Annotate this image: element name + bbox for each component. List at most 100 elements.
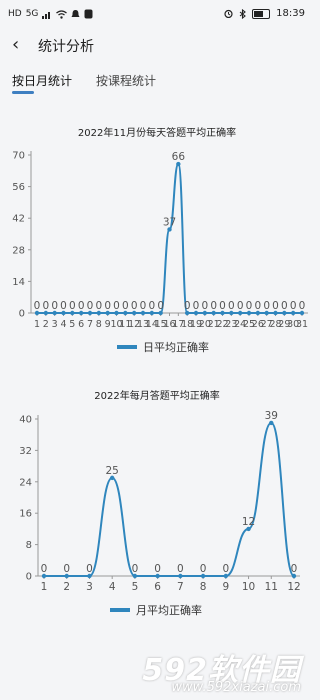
data-label: 37 — [163, 216, 176, 228]
data-label: 0 — [291, 563, 298, 575]
y-tick-label: 28 — [12, 245, 25, 256]
data-label: 0 — [157, 300, 164, 312]
y-tick-label: 0 — [26, 572, 32, 583]
tab-by-course[interactable]: 按课程统计 — [96, 72, 156, 89]
data-label: 0 — [201, 300, 208, 312]
app-icon — [84, 9, 93, 19]
tab-by-day-month[interactable]: 按日月统计 — [12, 72, 72, 89]
data-label: 0 — [42, 300, 49, 312]
x-tick-label: 10 — [242, 581, 255, 593]
data-label: 0 — [41, 563, 48, 575]
data-label: 0 — [228, 300, 235, 312]
data-label: 0 — [51, 300, 58, 312]
data-label: 0 — [69, 300, 76, 312]
x-tick-label: 5 — [69, 319, 75, 330]
data-label: 39 — [265, 410, 278, 422]
data-label: 0 — [78, 300, 85, 312]
legend-label: 日平均正确率 — [143, 340, 209, 354]
y-tick-label: 56 — [12, 182, 25, 193]
chevron-left-icon[interactable]: ‹ — [12, 34, 19, 55]
header: ‹ 统计分析 — [0, 30, 315, 60]
x-tick-label: 3 — [52, 319, 58, 330]
data-label: 0 — [104, 300, 111, 312]
x-tick-label: 2 — [43, 319, 49, 330]
data-label: 0 — [154, 563, 161, 575]
data-label: 0 — [299, 300, 306, 312]
y-tick-label: 24 — [19, 477, 32, 488]
y-tick-label: 70 — [12, 151, 25, 162]
y-tick-label: 32 — [19, 446, 32, 457]
data-label: 0 — [86, 563, 93, 575]
status-bar: HD 5G 18:39 — [0, 0, 315, 30]
data-label: 0 — [281, 300, 288, 312]
data-label: 0 — [60, 300, 67, 312]
data-label: 0 — [177, 563, 184, 575]
data-label: 0 — [222, 563, 229, 575]
data-label: 0 — [34, 300, 41, 312]
data-label: 0 — [148, 300, 155, 312]
wifi-icon — [56, 9, 68, 19]
active-tab-indicator — [12, 91, 34, 94]
monthly-accuracy-chart: 2022年每月答题平均正确率 0 8 16 24 32 40 1 2 3 4 5 6 7 8 9 10 11 12 0… — [0, 375, 315, 635]
data-label: 0 — [237, 300, 244, 312]
data-label: 0 — [140, 300, 147, 312]
x-tick-label: 1 — [34, 319, 40, 330]
watermark: 592软件园 www.592xiazai.com — [0, 645, 315, 700]
data-label: 0 — [200, 563, 207, 575]
y-tick-label: 14 — [12, 277, 25, 288]
x-tick-label: 31 — [296, 319, 308, 330]
battery-icon — [252, 8, 271, 19]
alarm-icon — [224, 9, 233, 18]
x-tick-label: 12 — [287, 581, 300, 593]
signal-icon — [42, 11, 51, 19]
data-label: 0 — [184, 300, 191, 312]
x-tick-label: 5 — [132, 581, 139, 593]
x-tick-label: 1 — [41, 581, 48, 593]
data-label: 0 — [246, 300, 253, 312]
x-tick-label: 9 — [222, 581, 229, 593]
x-tick-label: 8 — [96, 319, 102, 330]
x-tick-label: 6 — [154, 581, 161, 593]
data-label: 0 — [254, 300, 261, 312]
data-label: 0 — [113, 300, 120, 312]
daily-chart-svg: 2022年11月份每天答题平均正确率014284256701 2 3 4 5 6 7 8 9 10… — [12, 126, 308, 354]
chart-title: 2022年11月份每天答题平均正确率 — [78, 126, 236, 139]
y-tick-label: 40 — [19, 415, 32, 426]
x-tick-label: 7 — [177, 581, 184, 593]
series-line — [37, 163, 302, 314]
x-tick-label: 11 — [265, 581, 278, 593]
x-tick-label: 6 — [78, 319, 84, 330]
y-tick-label: 0 — [19, 309, 25, 320]
data-label: 25 — [105, 465, 118, 477]
x-tick-label: 2 — [63, 581, 70, 593]
series-line — [44, 421, 295, 577]
status-left: HD 5G — [8, 9, 93, 19]
data-label: 0 — [122, 300, 129, 312]
notification-icon — [71, 10, 80, 17]
legend-swatch — [110, 608, 130, 612]
watermark-url: www.592xiazai.com — [171, 680, 301, 695]
data-label: 0 — [210, 300, 217, 312]
x-tick-label: 3 — [86, 581, 93, 593]
data-label: 0 — [63, 563, 70, 575]
data-label: 0 — [193, 300, 200, 312]
daily-accuracy-chart: 2022年11月份每天答题平均正确率 0 14 28 42 56 70 1 2 3 4 5 6 7 8 9 10… — [0, 110, 315, 370]
data-label: 12 — [242, 516, 255, 528]
tab-bar: 按日月统计 按课程统计 — [0, 66, 315, 96]
x-tick-label: 4 — [109, 581, 116, 593]
x-tick-label: 4 — [60, 319, 66, 330]
data-label: 66 — [172, 151, 186, 163]
status-time: 18:39 — [276, 8, 305, 19]
network-5g-icon: 5G — [25, 9, 39, 19]
y-tick-label: 42 — [12, 214, 25, 225]
data-label: 0 — [131, 300, 138, 312]
data-label: 0 — [290, 300, 297, 312]
data-label: 0 — [132, 563, 139, 575]
data-label: 0 — [219, 300, 226, 312]
page-title: 统计分析 — [38, 39, 94, 55]
y-tick-label: 16 — [19, 509, 32, 520]
monthly-chart-svg: 2022年每月答题平均正确率08162432401 2 3 4 5 6 7 8 9 10 11 120… — [19, 389, 300, 617]
status-right: 18:39 — [224, 8, 305, 19]
bluetooth-icon — [239, 8, 247, 19]
data-label: 0 — [95, 300, 102, 312]
